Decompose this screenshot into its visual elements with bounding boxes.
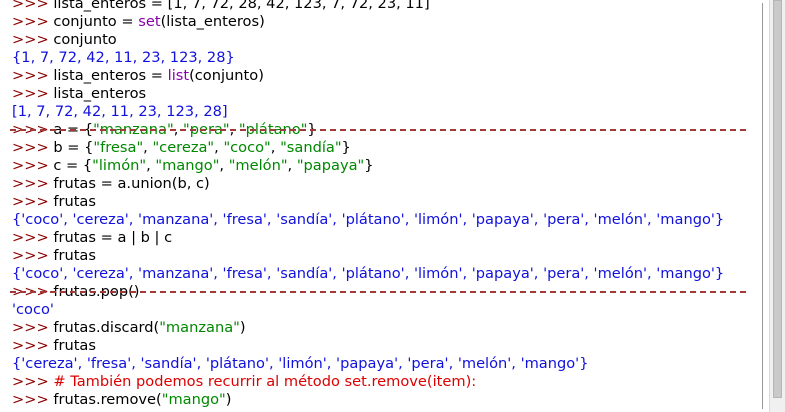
shell-input-line: >>> lista_enteros bbox=[12, 85, 146, 103]
prompt-marker: >>> bbox=[12, 337, 49, 354]
shell-output-line: [1, 7, 72, 42, 11, 23, 123, 28] bbox=[12, 103, 228, 121]
prompt-marker: >>> bbox=[12, 193, 49, 210]
shell-input-line: >>> frutas.discard("manzana") bbox=[12, 319, 246, 337]
prompt-marker: >>> bbox=[12, 373, 49, 390]
shell-input-line: >>> c = {"limón", "mango", "melón", "pap… bbox=[12, 157, 374, 175]
scrollbar-thumb[interactable] bbox=[773, 0, 782, 398]
str-token: "melón" bbox=[228, 157, 288, 174]
code-token: frutas bbox=[48, 247, 96, 264]
code-token: frutas = a.union(b, c) bbox=[48, 175, 210, 192]
shell-input-line: >>> # También podemos recurrir al método… bbox=[12, 373, 476, 391]
shell-input-line: >>> b = {"fresa", "cereza", "coco", "san… bbox=[12, 139, 351, 157]
str-token: "limón" bbox=[92, 157, 147, 174]
str-token: "coco" bbox=[223, 139, 271, 156]
str-token: "fresa" bbox=[93, 139, 144, 156]
out-token: {1, 7, 72, 42, 11, 23, 123, 28} bbox=[12, 49, 235, 66]
code-token: frutas.discard( bbox=[48, 319, 160, 336]
shell-input-line: >>> frutas = a | b | c bbox=[12, 229, 172, 247]
shell-output-line: 'coco' bbox=[12, 301, 54, 319]
shell-input-line: >>> frutas bbox=[12, 337, 96, 355]
python-shell-output[interactable]: >>> lista_enteros = [1, 7, 72, 28, 42, 1… bbox=[0, 0, 769, 412]
out-token: {'coco', 'cereza', 'manzana', 'fresa', '… bbox=[12, 265, 725, 282]
prompt-marker: >>> bbox=[12, 0, 49, 12]
code-token: lista_enteros = [1, 7, 72, 28, 42, 123, … bbox=[48, 0, 430, 12]
shell-output-line: {'coco', 'cereza', 'manzana', 'fresa', '… bbox=[12, 211, 724, 229]
code-token: (conjunto) bbox=[189, 67, 264, 84]
code-token: frutas = a | b | c bbox=[48, 229, 173, 246]
prompt-marker: >>> bbox=[12, 139, 49, 156]
str-token: "manzana" bbox=[159, 319, 240, 336]
shell-input-line: >>> frutas bbox=[12, 247, 96, 265]
str-token: "cereza" bbox=[152, 139, 215, 156]
code-token: conjunto = bbox=[48, 13, 139, 30]
code-token: } bbox=[364, 157, 374, 174]
code-token: , bbox=[287, 157, 297, 174]
vertical-scrollbar[interactable] bbox=[769, 0, 785, 412]
shell-input-line: >>> frutas.remove("mango") bbox=[12, 391, 231, 409]
shell-input-line: >>> frutas bbox=[12, 193, 96, 211]
code-token: conjunto bbox=[48, 31, 117, 48]
out-token: [1, 7, 72, 42, 11, 23, 123, 28] bbox=[12, 103, 228, 120]
code-token: lista_enteros = bbox=[48, 67, 168, 84]
str-token: "mango" bbox=[161, 391, 226, 408]
code-token: frutas bbox=[48, 193, 96, 210]
prompt-marker: >>> bbox=[12, 247, 49, 264]
prompt-marker: >>> bbox=[12, 175, 49, 192]
code-token: lista_enteros bbox=[48, 85, 147, 102]
code-token: ) bbox=[239, 319, 246, 336]
code-token: } bbox=[341, 139, 351, 156]
code-token: frutas.remove( bbox=[48, 391, 162, 408]
str-token: "sandía" bbox=[280, 139, 342, 156]
shell-input-line: >>> conjunto = set(lista_enteros) bbox=[12, 13, 265, 31]
out-token: 'coco' bbox=[12, 301, 54, 318]
shell-input-line: >>> conjunto bbox=[12, 31, 117, 49]
code-token: , bbox=[270, 139, 281, 156]
prompt-marker: >>> bbox=[12, 13, 49, 30]
shell-input-line: >>> frutas = a.union(b, c) bbox=[12, 175, 210, 193]
out-token: {'coco', 'cereza', 'manzana', 'fresa', '… bbox=[12, 211, 725, 228]
code-token: , bbox=[219, 157, 229, 174]
shell-input-line: >>> lista_enteros = [1, 7, 72, 28, 42, 1… bbox=[12, 0, 430, 13]
annotation-dashed-line-1 bbox=[10, 129, 746, 131]
shell-output-line: {'cereza', 'fresa', 'sandía', 'plátano',… bbox=[12, 355, 588, 373]
prompt-marker: >>> bbox=[12, 229, 49, 246]
shell-output-line: {1, 7, 72, 42, 11, 23, 123, 28} bbox=[12, 49, 235, 67]
builtin-token: set bbox=[138, 13, 161, 30]
shell-output-line: {'coco', 'cereza', 'manzana', 'fresa', '… bbox=[12, 265, 724, 283]
code-token: (lista_enteros) bbox=[160, 13, 265, 30]
prompt-marker: >>> bbox=[12, 31, 49, 48]
code-token: , bbox=[146, 157, 156, 174]
code-token: ) bbox=[225, 391, 232, 408]
shell-input-line: >>> lista_enteros = list(conjunto) bbox=[12, 67, 264, 85]
prompt-marker: >>> bbox=[12, 85, 49, 102]
prompt-marker: >>> bbox=[12, 391, 49, 408]
builtin-token: list bbox=[167, 67, 190, 84]
prompt-marker: >>> bbox=[12, 157, 49, 174]
prompt-marker: >>> bbox=[12, 319, 49, 336]
code-token: frutas bbox=[48, 337, 96, 354]
comment-token: # También podemos recurrir al método set… bbox=[48, 373, 477, 390]
str-token: "mango" bbox=[155, 157, 220, 174]
code-token: b = { bbox=[48, 139, 94, 156]
code-token: c = { bbox=[48, 157, 93, 174]
out-token: {'cereza', 'fresa', 'sandía', 'plátano',… bbox=[12, 355, 589, 372]
prompt-marker: >>> bbox=[12, 67, 49, 84]
annotation-dashed-line-2 bbox=[10, 291, 746, 293]
text-cursor-edge bbox=[762, 3, 763, 409]
str-token: "papaya" bbox=[296, 157, 365, 174]
